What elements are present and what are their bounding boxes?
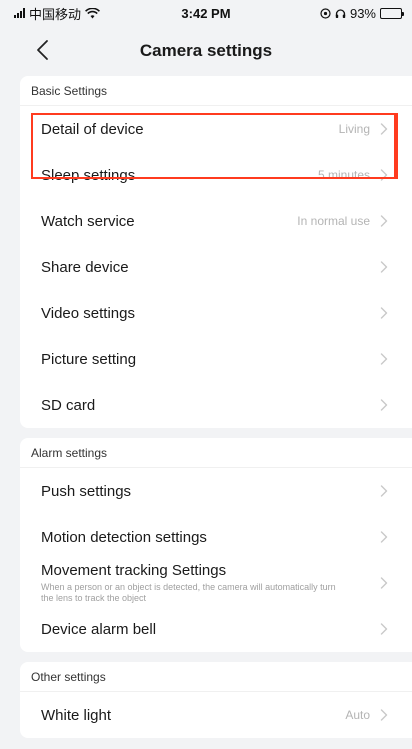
row-text: Sleep settings [41,167,135,184]
chevron-right-icon [380,531,388,543]
row-right: Auto [345,708,388,722]
row-text: SD card [41,397,95,414]
section-title: Other settings [20,662,412,692]
page-title: Camera settings [139,41,273,60]
settings-section: Basic Settings Detail of device Living Slee… [20,76,412,428]
row-right [380,261,388,273]
row-label: Share device [41,258,129,276]
headphones-icon [335,8,346,18]
chevron-right-icon [380,577,388,589]
row-label: Push settings [41,482,132,500]
wifi-icon [85,7,100,18]
row-right: 5 minutes [318,168,388,182]
settings-row[interactable]: SD card [20,382,412,428]
status-left: 中国移动 [14,4,100,23]
row-right [380,577,388,589]
row-text: Video settings [41,305,135,322]
nav-bar: Camera settings [0,26,412,76]
status-right: 93% [320,5,404,21]
row-label: Device alarm bell [41,620,157,638]
chevron-right-icon [380,123,388,135]
row-value: In normal use [297,214,370,228]
settings-row[interactable]: Detail of device Living [20,106,412,152]
chevron-right-icon [380,623,388,635]
chevron-right-icon [380,215,388,227]
chevron-right-icon [380,353,388,365]
chevron-right-icon [380,261,388,273]
row-right: Living [339,122,388,136]
settings-row[interactable]: White light Auto [20,692,412,738]
carrier-label: 中国移动 [29,6,82,22]
row-value: Living [338,122,370,136]
signal-icon [14,8,25,18]
row-text: Device alarm bell [41,621,156,638]
row-text: Picture setting [41,351,136,368]
settings-row[interactable]: Motion detection settings [20,514,412,560]
settings-row[interactable]: Share device [20,244,412,290]
row-right [380,307,388,319]
row-text: White light [41,707,111,724]
battery-icon [380,7,404,19]
row-label: Watch service [41,212,135,230]
chevron-right-icon [380,485,388,497]
chevron-right-icon [380,399,388,411]
settings-row[interactable]: Picture setting [20,336,412,382]
chevron-right-icon [380,307,388,319]
chevron-right-icon [380,169,388,181]
row-value: 5 minutes [317,168,370,182]
row-text: Push settings [41,483,131,500]
row-right [380,485,388,497]
settings-row[interactable]: Sleep settings 5 minutes [20,152,412,198]
row-label: Detail of device [41,120,144,138]
row-right [380,353,388,365]
settings-section: Alarm settings Push settings Motion detect… [20,438,412,652]
row-text: Detail of device [41,121,144,138]
settings-row[interactable]: Push settings [20,468,412,514]
row-text: Movement tracking Settings When a person … [41,562,341,604]
row-label: Movement tracking Settings [41,562,227,579]
settings-section: Other settings White light Auto [20,662,412,738]
location-lock-icon [320,7,331,19]
row-text: Watch service [41,213,135,230]
settings-list: Basic Settings Detail of device Living Slee… [0,76,412,738]
chevron-left-icon[interactable] [32,38,56,62]
row-text: Share device [41,259,129,276]
row-label: Sleep settings [41,166,136,184]
row-value: Auto [345,708,370,722]
chevron-right-icon [380,709,388,721]
settings-row[interactable]: Watch service In normal use [20,198,412,244]
row-right [380,399,388,411]
status-bar: 中国移动 3:42 PM 93% [0,0,412,26]
row-label: White light [41,706,112,724]
settings-row[interactable]: Device alarm bell [20,606,412,652]
settings-row[interactable]: Movement tracking Settings When a person … [20,560,412,606]
row-label: SD card [41,396,96,414]
row-description: When a person or an object is detected, … [41,582,336,603]
row-label: Motion detection settings [41,528,207,546]
row-label: Video settings [41,304,135,322]
row-text: Motion detection settings [41,529,207,546]
row-label: Picture setting [41,350,137,368]
row-right: In normal use [297,214,388,228]
settings-row[interactable]: Video settings [20,290,412,336]
row-right [380,623,388,635]
row-right [380,531,388,543]
section-title: Alarm settings [20,438,412,468]
battery-percent: 93% [349,5,376,21]
section-title: Basic Settings [20,76,412,106]
